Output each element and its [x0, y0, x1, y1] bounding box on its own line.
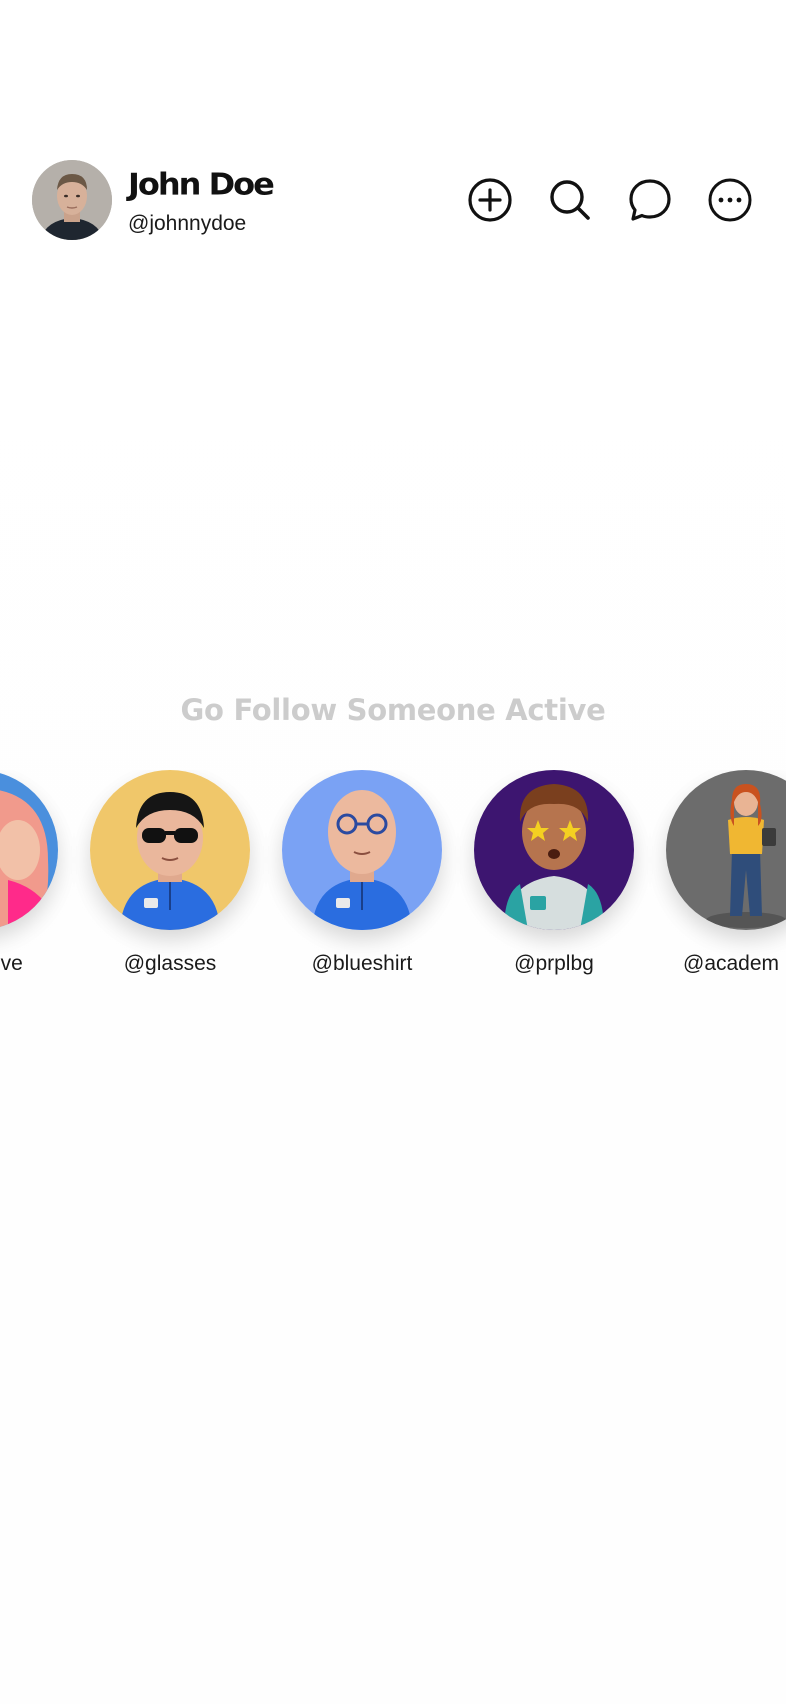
section-title: Go Follow Someone Active: [180, 693, 606, 727]
profile-header: John Doe @johnnydoe: [0, 160, 786, 240]
plus-circle-icon: [468, 178, 512, 222]
profile-photo-icon: [32, 160, 112, 240]
user-avatar: [474, 770, 634, 930]
add-button[interactable]: [466, 176, 514, 224]
avatar-sunglasses-man-icon: [90, 770, 250, 930]
search-button[interactable]: [546, 176, 594, 224]
avatar-woman-pink-icon: [0, 770, 58, 930]
user-avatar: [282, 770, 442, 930]
avatar-bald-glasses-man-icon: [282, 770, 442, 930]
user-card-detective[interactable]: ective: [0, 770, 58, 980]
profile-handle: @johnnydoe: [128, 212, 247, 235]
user-avatar: [90, 770, 250, 930]
user-handle: @prplbg: [514, 952, 594, 975]
user-handle: @glasses: [123, 952, 217, 975]
user-card-glasses[interactable]: @glasses: [90, 770, 250, 980]
user-card-academ[interactable]: @academ: [666, 770, 786, 980]
active-users-carousel[interactable]: ective @glasses: [0, 770, 786, 990]
user-card-blueshirt[interactable]: @blueshirt: [282, 770, 442, 980]
more-icon: [708, 178, 752, 222]
avatar-standing-woman-icon: [666, 770, 786, 930]
profile-name: John Doe: [128, 166, 275, 203]
more-button[interactable]: [706, 176, 754, 224]
messages-button[interactable]: [626, 176, 674, 224]
profile-avatar[interactable]: [32, 160, 112, 240]
search-icon: [550, 180, 590, 220]
user-handle: @academ: [683, 952, 780, 975]
avatar-star-eyes-boy-icon: [474, 770, 634, 930]
app-screen: John Doe @johnnydoe Go Follow Someone Ac…: [0, 0, 786, 1704]
user-handle: @blueshirt: [311, 952, 413, 975]
chat-bubble-icon: [629, 179, 671, 221]
user-avatar: [0, 770, 58, 930]
user-card-prplbg[interactable]: @prplbg: [474, 770, 634, 980]
user-avatar: [666, 770, 786, 930]
